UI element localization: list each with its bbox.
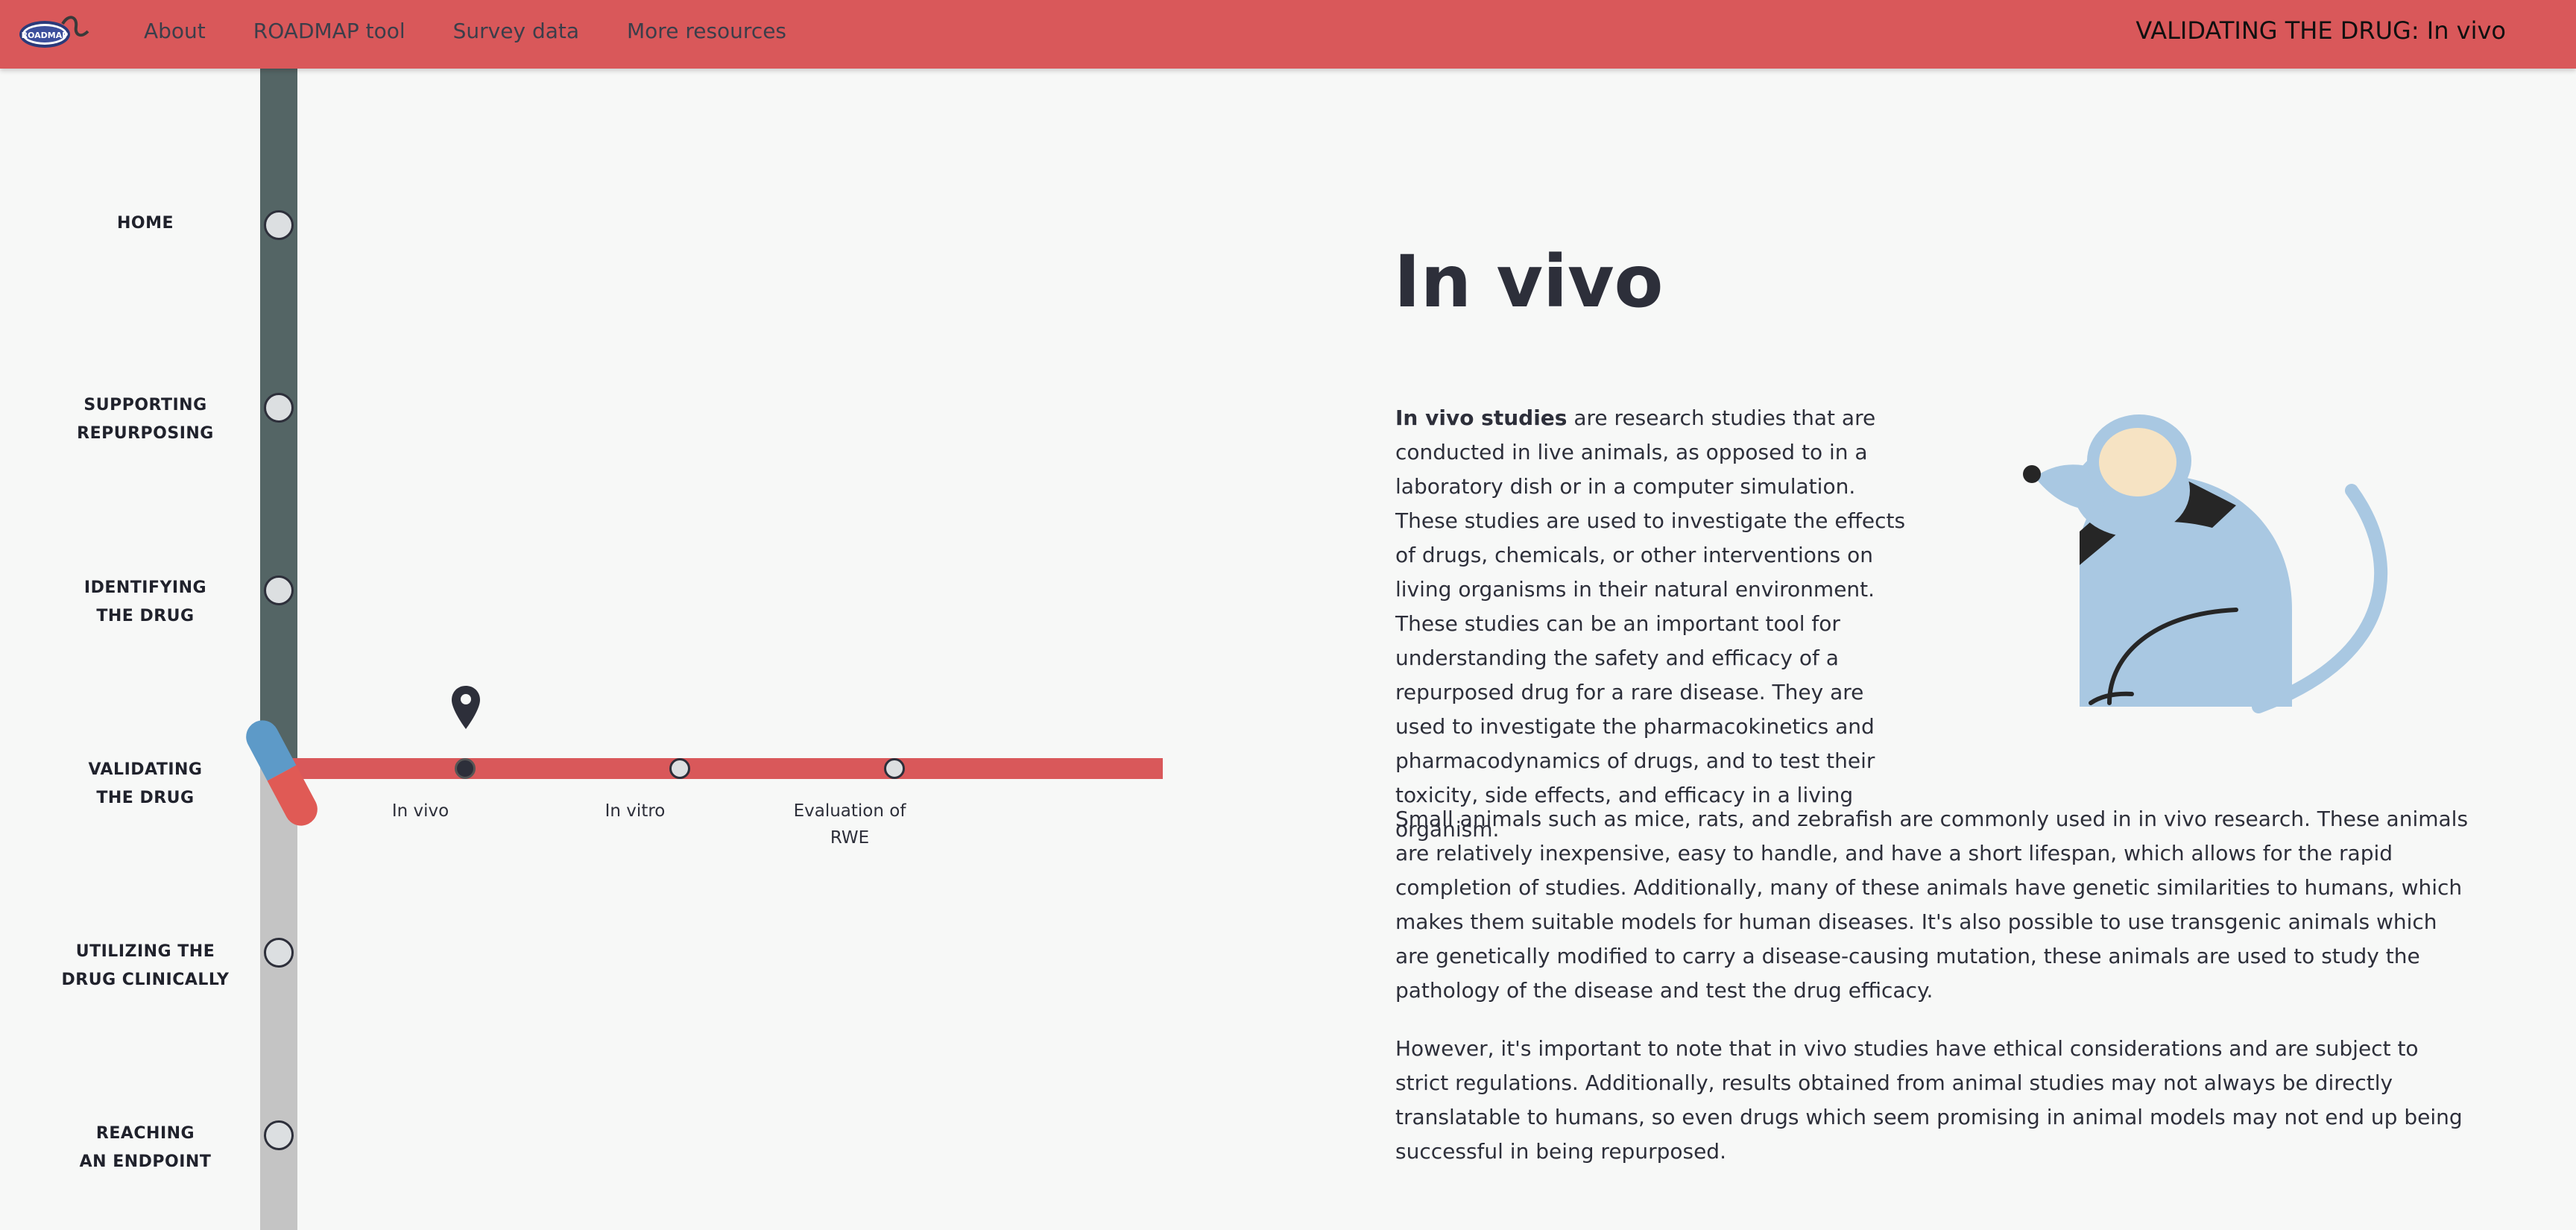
stage-label-line: IDENTIFYING [83,578,207,597]
nav-more-resources[interactable]: More resources [627,19,786,43]
substep-label-evaluation-rwe[interactable]: Evaluation of RWE [775,798,924,851]
stage-label-validating-drug[interactable]: VALIDATING THE DRUG [45,756,246,813]
pill-icon [246,720,318,826]
nav-survey-data[interactable]: Survey data [453,19,579,43]
substep-label-line: In vitro [604,801,666,821]
paragraph-animal-models: Small animals such as mice, rats, and ze… [1395,807,2469,1003]
stage-label-line: THE DRUG [96,789,195,807]
mouse-illustration-icon [2023,414,2388,713]
stage-label-identifying-drug[interactable]: IDENTIFYING THE DRUG [45,574,246,631]
top-bar: ROADMAP About ROADMAP tool Survey data M… [0,0,2576,69]
intro-text: are research studies that are conducted … [1395,406,1906,842]
logo-text: ROADMAP [22,31,69,40]
stage-label-line: SUPPORTING [83,396,207,414]
stage-label-line: REPURPOSING [77,424,214,443]
nav-roadmap-tool[interactable]: ROADMAP tool [253,19,405,43]
stage-label-line: VALIDATING [88,760,203,779]
substep-label-in-vivo[interactable]: In vivo [346,798,495,824]
substep-label-line: Evaluation of [793,801,906,821]
stage-stop-utilizing-drug-clinically[interactable] [264,938,294,968]
roadmap-logo-icon[interactable]: ROADMAP [18,9,92,57]
substep-track [291,758,1163,779]
nav-about[interactable]: About [144,19,206,43]
paragraph-ethical-considerations: However, it's important to note that in … [1395,1036,2463,1164]
current-page-heading: VALIDATING THE DRUG: In vivo [2135,16,2506,45]
stage-stop-identifying-drug[interactable] [264,575,294,605]
stage-label-line: DRUG CLINICALLY [61,971,230,989]
stage-label-line: HOME [116,214,174,233]
intro-term: In vivo studies [1395,406,1568,430]
page-title: In vivo [1394,240,1664,324]
stage-stop-supporting-repurposing[interactable] [264,393,294,423]
stage-label-line: UTILIZING THE [75,942,215,961]
substep-stop-evaluation-rwe[interactable] [884,758,905,779]
substep-stop-in-vitro[interactable] [669,758,690,779]
map-pin-icon [452,686,480,729]
substep-label-line: In vivo [391,801,449,821]
stage-stop-reaching-endpoint[interactable] [264,1120,294,1150]
stage-label-line: AN ENDPOINT [79,1152,212,1171]
main-nav: About ROADMAP tool Survey data More reso… [144,0,834,61]
stage-label-line: THE DRUG [96,607,195,625]
stage-stop-home[interactable] [264,210,294,240]
substep-label-in-vitro[interactable]: In vitro [561,798,710,824]
stage-label-utilizing-drug-clinically[interactable]: UTILIZING THE DRUG CLINICALLY [45,938,246,994]
stage-label-supporting-repurposing[interactable]: SUPPORTING REPURPOSING [45,391,246,448]
stage-label-reaching-endpoint[interactable]: REACHING AN ENDPOINT [45,1120,246,1176]
substep-label-line: RWE [830,828,870,848]
roadmap-track-remaining [260,762,297,1230]
intro-paragraph: In vivo studies are research studies tha… [1395,401,1917,847]
stage-label-home[interactable]: HOME [45,209,246,238]
substep-stop-in-vivo[interactable] [455,758,476,779]
stage-label-line: REACHING [95,1124,195,1143]
